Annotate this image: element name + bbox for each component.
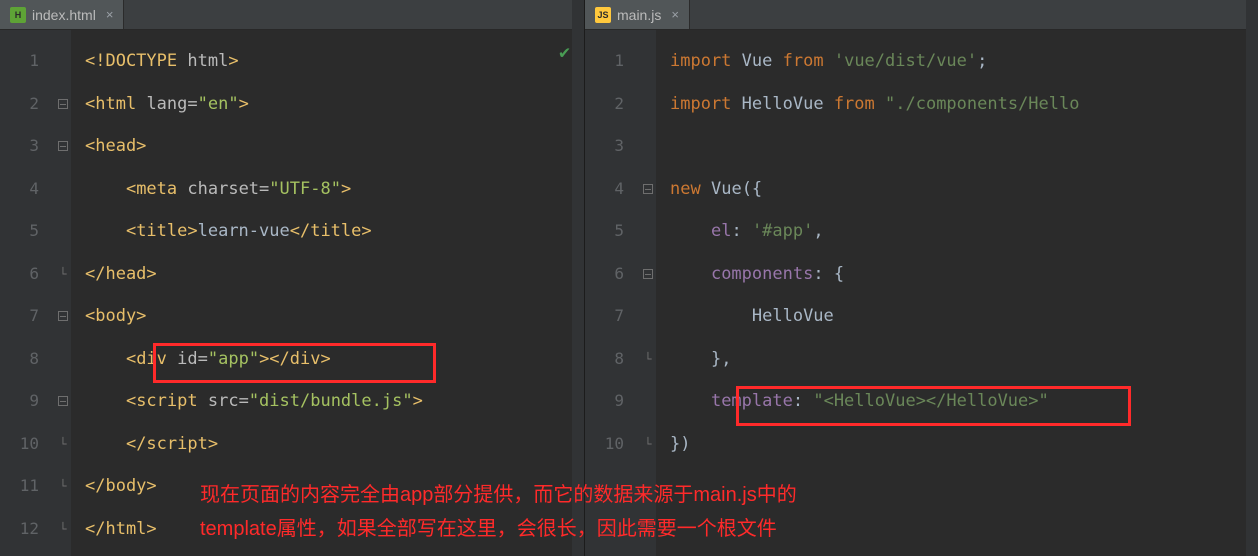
- code-line[interactable]: [656, 125, 1258, 168]
- code-line[interactable]: import Vue from 'vue/dist/vue';: [656, 40, 1258, 83]
- code-line[interactable]: </html>: [71, 508, 584, 551]
- code-line[interactable]: <!DOCTYPE html>: [71, 40, 584, 83]
- line-number: 5: [585, 210, 640, 253]
- fold-marker[interactable]: └: [55, 508, 71, 551]
- code-line[interactable]: <div id="app"></div>: [71, 338, 584, 381]
- fold-marker: [640, 83, 656, 126]
- fold-marker: [55, 210, 71, 253]
- line-number-gutter: 123456789101112: [0, 30, 55, 556]
- fold-marker: [55, 168, 71, 211]
- split-view: H index.html × 123456789101112 └└└└ ✔ <!…: [0, 0, 1258, 556]
- js-file-icon: JS: [595, 7, 611, 23]
- close-icon[interactable]: ×: [106, 7, 114, 22]
- fold-marker: [640, 295, 656, 338]
- code-line[interactable]: el: '#app',: [656, 210, 1258, 253]
- line-number: 1: [585, 40, 640, 83]
- fold-marker[interactable]: [55, 380, 71, 423]
- right-pane: JS main.js × 12345678910 └└ import Vue f…: [585, 0, 1258, 556]
- left-pane: H index.html × 123456789101112 └└└└ ✔ <!…: [0, 0, 585, 556]
- line-number: 8: [0, 338, 55, 381]
- code-line[interactable]: <body>: [71, 295, 584, 338]
- scrollbar[interactable]: [1246, 30, 1258, 556]
- line-number: 7: [585, 295, 640, 338]
- line-number: 4: [585, 168, 640, 211]
- line-number: 11: [0, 465, 55, 508]
- line-number: 5: [0, 210, 55, 253]
- code-line[interactable]: <title>learn-vue</title>: [71, 210, 584, 253]
- code-line[interactable]: new Vue({: [656, 168, 1258, 211]
- tab-label: index.html: [32, 7, 96, 23]
- scrollbar[interactable]: [572, 30, 584, 556]
- checkmark-icon: ✔: [559, 42, 570, 63]
- line-number: 4: [0, 168, 55, 211]
- fold-marker: [640, 380, 656, 423]
- code-line[interactable]: HelloVue: [656, 295, 1258, 338]
- tab-index-html[interactable]: H index.html ×: [0, 0, 124, 29]
- fold-marker[interactable]: └: [640, 423, 656, 466]
- tab-label: main.js: [617, 7, 661, 23]
- code-line[interactable]: <head>: [71, 125, 584, 168]
- editor-right[interactable]: 12345678910 └└ import Vue from 'vue/dist…: [585, 30, 1258, 556]
- fold-marker[interactable]: [55, 83, 71, 126]
- code-line[interactable]: },: [656, 338, 1258, 381]
- line-number: 8: [585, 338, 640, 381]
- editor-left[interactable]: 123456789101112 └└└└ ✔ <!DOCTYPE html><h…: [0, 30, 584, 556]
- fold-marker[interactable]: └: [55, 465, 71, 508]
- fold-marker[interactable]: [640, 168, 656, 211]
- fold-column: └└└└: [55, 30, 71, 556]
- fold-marker: [640, 40, 656, 83]
- fold-marker[interactable]: └: [640, 338, 656, 381]
- line-number: 6: [0, 253, 55, 296]
- code-line[interactable]: </script>: [71, 423, 584, 466]
- line-number: 3: [585, 125, 640, 168]
- line-number: 12: [0, 508, 55, 551]
- line-number: 2: [585, 83, 640, 126]
- html-file-icon: H: [10, 7, 26, 23]
- fold-marker[interactable]: └: [55, 423, 71, 466]
- code-line[interactable]: </body>: [71, 465, 584, 508]
- fold-marker: [55, 40, 71, 83]
- fold-marker: [55, 338, 71, 381]
- code-area-right[interactable]: import Vue from 'vue/dist/vue';import He…: [656, 30, 1258, 556]
- line-number: 9: [0, 380, 55, 423]
- fold-marker[interactable]: [55, 295, 71, 338]
- line-number: 1: [0, 40, 55, 83]
- line-number: 10: [0, 423, 55, 466]
- line-number: 9: [585, 380, 640, 423]
- fold-marker[interactable]: └: [55, 253, 71, 296]
- code-line[interactable]: import HelloVue from "./components/Hello: [656, 83, 1258, 126]
- fold-marker[interactable]: [640, 253, 656, 296]
- code-line[interactable]: template: "<HelloVue></HelloVue>": [656, 380, 1258, 423]
- line-number: 2: [0, 83, 55, 126]
- code-line[interactable]: }): [656, 423, 1258, 466]
- line-number: 3: [0, 125, 55, 168]
- tab-bar-right: JS main.js ×: [585, 0, 1258, 30]
- fold-column: └└: [640, 30, 656, 556]
- line-number: 7: [0, 295, 55, 338]
- fold-marker: [640, 210, 656, 253]
- code-line[interactable]: <html lang="en">: [71, 83, 584, 126]
- tab-bar-left: H index.html ×: [0, 0, 584, 30]
- code-line[interactable]: </head>: [71, 253, 584, 296]
- code-line[interactable]: <script src="dist/bundle.js">: [71, 380, 584, 423]
- line-number: 6: [585, 253, 640, 296]
- tab-main-js[interactable]: JS main.js ×: [585, 0, 690, 29]
- line-number: 10: [585, 423, 640, 466]
- fold-marker: [640, 125, 656, 168]
- close-icon[interactable]: ×: [671, 7, 679, 22]
- line-number-gutter: 12345678910: [585, 30, 640, 556]
- code-line[interactable]: components: {: [656, 253, 1258, 296]
- code-area-left[interactable]: ✔ <!DOCTYPE html><html lang="en"><head> …: [71, 30, 584, 556]
- fold-marker[interactable]: [55, 125, 71, 168]
- code-line[interactable]: <meta charset="UTF-8">: [71, 168, 584, 211]
